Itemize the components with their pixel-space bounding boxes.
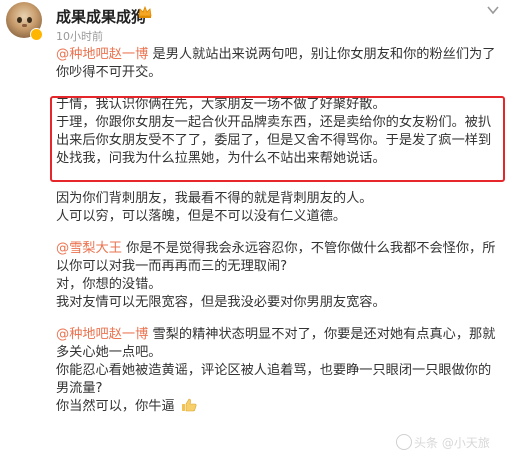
crown-icon (138, 5, 152, 18)
vip-badge-icon (30, 28, 43, 41)
mention-link[interactable]: @雪梨大王 (56, 241, 122, 256)
post-header: 成果成果成狗 10小时前 (0, 0, 513, 46)
paragraph: @雪梨大王 你是不是觉得我会永远容忍你，不管你做什么我都不会怪你，所以你可以对我… (56, 240, 496, 276)
paragraph: 因为你们背刺朋友，我最看不得的就是背刺朋友的人。 (56, 191, 373, 206)
mention-link[interactable]: @种地吧赵一博 (56, 327, 148, 342)
avatar-eye-right (27, 17, 32, 23)
thumbs-up-icon (181, 398, 197, 412)
paragraph-text: 你是不是觉得我会永远容忍你，不管你做什么我都不会怪你，所以你可以对我一而再再而三… (56, 241, 496, 274)
username[interactable]: 成果成果成狗 (56, 6, 146, 27)
mention-link[interactable]: @种地吧赵一博 (56, 47, 148, 62)
avatar-nose (22, 24, 27, 27)
paragraph: 对，你想的没错。 (56, 277, 162, 292)
paragraph: @种地吧赵一博 雪梨的精神状态明显不对了，你要是还对她有点真心，那就多关心她一点… (56, 326, 496, 362)
paragraph: 我对友情可以无限宽容，但是我没必要对你男朋友宽容。 (56, 295, 386, 310)
avatar-eye-left (17, 17, 22, 23)
paragraph: 人可以穷，可以落魄，但是不可以没有仁义道德。 (56, 209, 347, 224)
paragraph-text: 你当然可以，你牛逼 (56, 399, 175, 414)
post-timestamp: 10小时前 (56, 30, 103, 43)
watermark: 头条 @小天旅 (396, 434, 490, 451)
paragraph: 你当然可以，你牛逼 (56, 398, 496, 416)
watermark-logo-icon (396, 434, 412, 450)
paragraph: @种地吧赵一博 是男人就站出来说两句吧，别让你女朋友和你的粉丝们为了你吵得不可开… (56, 46, 496, 82)
watermark-text: 头条 @小天旅 (414, 436, 490, 450)
paragraph: 你能忍心看她被造黄谣，评论区被人追着骂，也要睁一只眼闭一只眼做你的男流量? (56, 363, 492, 396)
chevron-down-icon[interactable] (487, 5, 499, 15)
highlight-box (50, 96, 505, 182)
